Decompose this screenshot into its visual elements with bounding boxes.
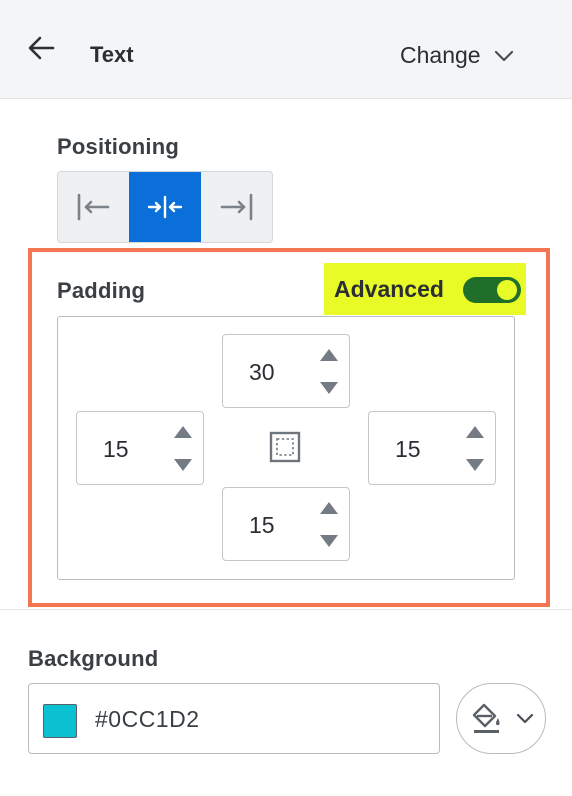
change-button[interactable]: Change bbox=[400, 42, 515, 69]
background-label: Background bbox=[28, 646, 159, 671]
positioning-toggle-group bbox=[57, 171, 273, 243]
change-label: Change bbox=[400, 42, 481, 68]
background-color-input[interactable]: #0CC1D2 bbox=[28, 683, 440, 754]
caret-down-icon[interactable] bbox=[319, 381, 339, 395]
caret-up-icon[interactable] bbox=[319, 348, 339, 362]
align-right-icon bbox=[221, 193, 253, 221]
caret-up-icon[interactable] bbox=[319, 501, 339, 515]
padding-top-stepper[interactable]: 30 bbox=[222, 334, 350, 408]
align-center-icon bbox=[147, 195, 183, 219]
advanced-toggle-row: Advanced bbox=[324, 263, 526, 315]
align-right-button[interactable] bbox=[201, 172, 272, 242]
caret-up-icon[interactable] bbox=[173, 425, 193, 439]
caret-down-icon[interactable] bbox=[465, 458, 485, 472]
panel-header: Text Change bbox=[0, 0, 572, 99]
positioning-label: Positioning bbox=[57, 134, 179, 159]
padding-bottom-stepper[interactable]: 15 bbox=[222, 487, 350, 561]
caret-down-icon[interactable] bbox=[319, 534, 339, 548]
padding-left-value: 15 bbox=[103, 436, 129, 462]
back-arrow-icon bbox=[28, 36, 55, 60]
back-button[interactable] bbox=[26, 34, 56, 64]
caret-up-icon[interactable] bbox=[465, 425, 485, 439]
chevron-down-icon bbox=[516, 713, 534, 724]
section-divider bbox=[0, 609, 572, 610]
padding-label: Padding bbox=[57, 278, 146, 303]
align-left-button[interactable] bbox=[58, 172, 129, 242]
toggle-knob bbox=[497, 280, 517, 300]
padding-box-icon bbox=[269, 431, 301, 463]
align-left-icon bbox=[77, 193, 109, 221]
caret-down-icon[interactable] bbox=[173, 458, 193, 472]
align-center-button[interactable] bbox=[129, 172, 201, 242]
fill-picker-button[interactable] bbox=[456, 683, 546, 754]
padding-right-stepper[interactable]: 15 bbox=[368, 411, 496, 485]
chevron-down-icon bbox=[494, 50, 513, 61]
advanced-label: Advanced bbox=[334, 275, 444, 302]
color-hex-value: #0CC1D2 bbox=[95, 706, 200, 732]
panel-title: Text bbox=[90, 42, 134, 67]
padding-right-value: 15 bbox=[395, 436, 421, 462]
color-swatch[interactable] bbox=[43, 704, 77, 738]
padding-bottom-value: 15 bbox=[249, 512, 275, 538]
padding-left-stepper[interactable]: 15 bbox=[76, 411, 204, 485]
padding-top-value: 30 bbox=[249, 359, 275, 385]
advanced-toggle[interactable] bbox=[463, 277, 521, 303]
paint-bucket-icon bbox=[472, 703, 500, 733]
